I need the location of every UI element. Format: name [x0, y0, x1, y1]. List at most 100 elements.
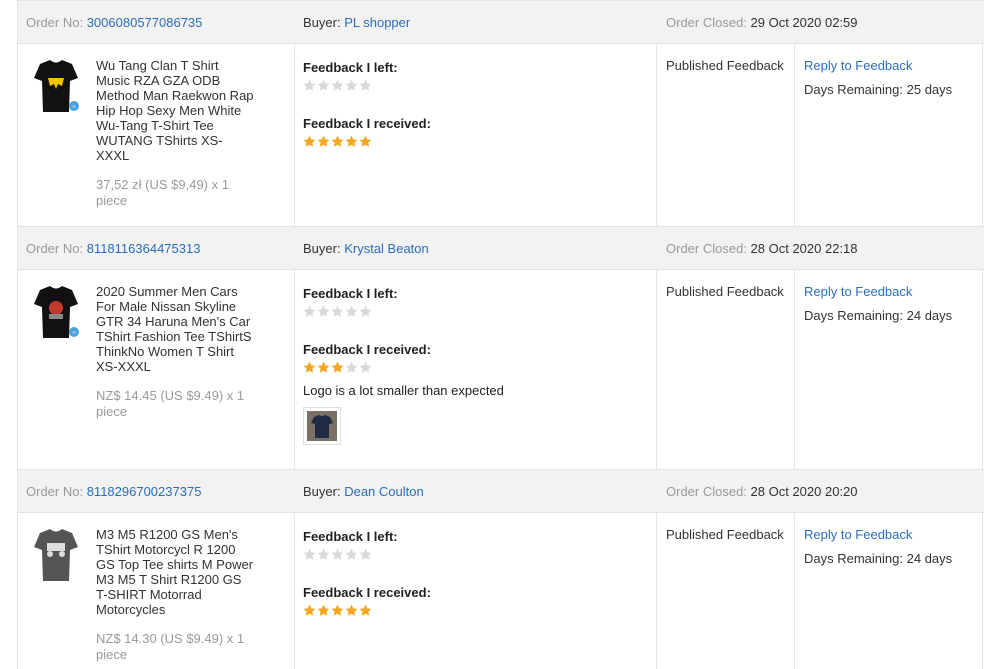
grey-tshirt-motorcycle-icon[interactable] — [30, 525, 82, 595]
buyer-field: Buyer: PL shopper — [303, 15, 410, 30]
order-no-label: Order No: — [26, 484, 84, 499]
days-remaining-value: 25 days — [906, 82, 953, 97]
feedback-received-label: Feedback I received: — [303, 342, 431, 357]
days-remaining-label: Days Remaining: — [804, 308, 903, 323]
published-feedback-status: Published Feedback — [666, 284, 784, 299]
svg-text:∞: ∞ — [72, 330, 76, 336]
star-filled-icon — [303, 135, 316, 148]
star-filled-icon — [331, 604, 344, 617]
star-empty-icon — [345, 361, 358, 374]
order-closed-date: 29 Oct 2020 02:59 — [750, 15, 858, 30]
black-tshirt-car-icon[interactable]: ∞ — [30, 282, 82, 352]
feedback-received-label: Feedback I received: — [303, 585, 431, 600]
buyer-link[interactable]: Krystal Beaton — [344, 241, 429, 256]
buyer-label: Buyer: — [303, 15, 341, 30]
column-divider — [794, 270, 795, 469]
order-closed-field: Order Closed: 28 Oct 2020 20:20 — [666, 484, 858, 499]
column-divider — [794, 513, 795, 669]
buyer-field: Buyer: Dean Coulton — [303, 484, 424, 499]
order-closed-label: Order Closed: — [666, 484, 747, 499]
days-remaining-value: 24 days — [906, 308, 953, 323]
order-body: ∞ 2020 Summer Men Cars For Male Nissan S… — [18, 270, 984, 469]
order-body: ∞ Wu Tang Clan T Shirt Music RZA GZA ODB… — [18, 44, 984, 226]
product-title[interactable]: 2020 Summer Men Cars For Male Nissan Sky… — [96, 284, 254, 374]
feedback-left-stars — [303, 548, 372, 562]
order-closed-label: Order Closed: — [666, 241, 747, 256]
feedback-photo-icon[interactable] — [303, 407, 341, 445]
buyer-link[interactable]: Dean Coulton — [344, 484, 424, 499]
buyer-link[interactable]: PL shopper — [344, 15, 410, 30]
column-divider — [294, 44, 295, 226]
order-closed-date: 28 Oct 2020 22:18 — [750, 241, 858, 256]
feedback-list: Order No: 3006080577086735 Buyer: PL sho… — [17, 0, 984, 669]
feedback-left-stars — [303, 305, 372, 319]
feedback-received-stars — [303, 361, 372, 375]
column-divider — [656, 513, 657, 669]
star-empty-icon — [359, 548, 372, 561]
feedback-left-label: Feedback I left: — [303, 60, 398, 75]
order-no-label: Order No: — [26, 15, 84, 30]
order-header: Order No: 8118116364475313 Buyer: Krysta… — [18, 226, 984, 270]
order-no-field: Order No: 3006080577086735 — [26, 15, 202, 30]
star-filled-icon — [317, 361, 330, 374]
order-closed-date: 28 Oct 2020 20:20 — [750, 484, 858, 499]
reply-to-feedback-link[interactable]: Reply to Feedback — [804, 527, 912, 542]
star-filled-icon — [303, 361, 316, 374]
star-empty-icon — [317, 79, 330, 92]
buyer-label: Buyer: — [303, 484, 341, 499]
buyer-label: Buyer: — [303, 241, 341, 256]
star-empty-icon — [303, 79, 316, 92]
star-empty-icon — [303, 548, 316, 561]
star-filled-icon — [345, 604, 358, 617]
column-divider — [294, 513, 295, 669]
order-no-link[interactable]: 3006080577086735 — [87, 15, 203, 30]
product-price: NZ$ 14.30 (US $9.49) x 1 piece — [96, 631, 245, 662]
buyer-field: Buyer: Krystal Beaton — [303, 241, 429, 256]
star-empty-icon — [359, 79, 372, 92]
feedback-left-label: Feedback I left: — [303, 286, 398, 301]
star-empty-icon — [345, 548, 358, 561]
star-filled-icon — [331, 361, 344, 374]
feedback-comment: Logo is a lot smaller than expected — [303, 383, 504, 398]
star-filled-icon — [359, 135, 372, 148]
order-body: M3 M5 R1200 GS Men's TShirt Motorcycl R … — [18, 513, 984, 669]
days-remaining: Days Remaining: 25 days — [804, 82, 952, 97]
order-closed-label: Order Closed: — [666, 15, 747, 30]
star-empty-icon — [345, 79, 358, 92]
star-empty-icon — [345, 305, 358, 318]
star-filled-icon — [303, 604, 316, 617]
svg-text:∞: ∞ — [72, 104, 76, 110]
feedback-received-stars — [303, 604, 372, 618]
reply-to-feedback-link[interactable]: Reply to Feedback — [804, 284, 912, 299]
star-empty-icon — [359, 305, 372, 318]
reply-to-feedback-link[interactable]: Reply to Feedback — [804, 58, 912, 73]
star-empty-icon — [303, 305, 316, 318]
order-no-link[interactable]: 8118116364475313 — [87, 241, 201, 256]
order-closed-field: Order Closed: 29 Oct 2020 02:59 — [666, 15, 858, 30]
order-no-label: Order No: — [26, 241, 84, 256]
star-empty-icon — [331, 305, 344, 318]
order-header: Order No: 8118296700237375 Buyer: Dean C… — [18, 469, 984, 513]
days-remaining-value: 24 days — [906, 551, 953, 566]
order-no-link[interactable]: 8118296700237375 — [87, 484, 202, 499]
product-title[interactable]: M3 M5 R1200 GS Men's TShirt Motorcycl R … — [96, 527, 254, 617]
days-remaining: Days Remaining: 24 days — [804, 551, 952, 566]
days-remaining-label: Days Remaining: — [804, 551, 903, 566]
star-filled-icon — [317, 604, 330, 617]
feedback-received-label: Feedback I received: — [303, 116, 431, 131]
product-title[interactable]: Wu Tang Clan T Shirt Music RZA GZA ODB M… — [96, 58, 254, 163]
star-filled-icon — [317, 135, 330, 148]
column-divider — [656, 44, 657, 226]
feedback-left-label: Feedback I left: — [303, 529, 398, 544]
star-empty-icon — [331, 548, 344, 561]
feedback-received-stars — [303, 135, 372, 149]
column-divider — [656, 270, 657, 469]
column-divider — [794, 44, 795, 226]
star-filled-icon — [359, 604, 372, 617]
order-no-field: Order No: 8118116364475313 — [26, 241, 200, 256]
order-header: Order No: 3006080577086735 Buyer: PL sho… — [18, 0, 984, 44]
star-empty-icon — [331, 79, 344, 92]
column-divider — [294, 270, 295, 469]
order-no-field: Order No: 8118296700237375 — [26, 484, 201, 499]
black-tshirt-wu-tang-icon[interactable]: ∞ — [30, 56, 82, 126]
